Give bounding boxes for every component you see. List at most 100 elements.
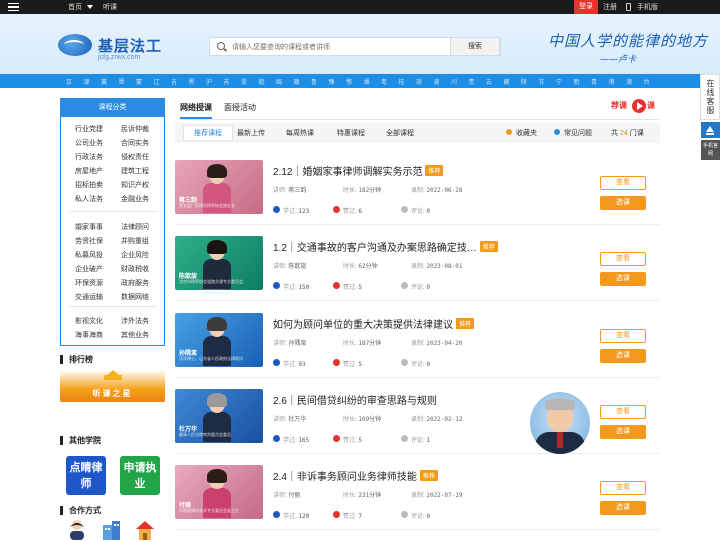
- province-link[interactable]: 吉: [171, 77, 177, 86]
- comment-icon[interactable]: [401, 206, 408, 213]
- province-link[interactable]: 鄂: [346, 77, 352, 86]
- search-input[interactable]: [232, 41, 452, 53]
- course-card[interactable]: 付丽 河南省律协非诉专业委员会副主任 2.4｜非诉事务顾问业务律师技能 推荐 讲师: 付…: [175, 465, 660, 535]
- course-card[interactable]: 陈歆旋 北京市律师协会道路交通专业委员会 1.2｜交通事故的客户沟通及办案思路确定技…: [175, 236, 660, 306]
- category-item[interactable]: 招标拍卖: [75, 180, 103, 190]
- province-link[interactable]: 蒙: [136, 77, 142, 86]
- listen-link[interactable]: 听课: [103, 2, 117, 12]
- select-course-button[interactable]: 选课: [600, 196, 646, 210]
- province-link[interactable]: 晋: [119, 77, 125, 86]
- search-button[interactable]: 搜索: [450, 37, 500, 56]
- category-item[interactable]: 涉外法务: [121, 316, 149, 326]
- category-item[interactable]: 知识产权: [121, 180, 149, 190]
- province-link[interactable]: 赣: [294, 77, 300, 86]
- heart-icon[interactable]: [333, 206, 340, 213]
- course-card[interactable]: 蒋三韵 第五届广西建设律师协会副会长 2.12｜婚姻家事律师调解实务示范 推荐 讲师: …: [175, 160, 660, 230]
- category-item[interactable]: 侵权责任: [121, 152, 149, 162]
- province-link[interactable]: 冀: [101, 77, 107, 86]
- back-to-top-button[interactable]: [701, 122, 720, 138]
- province-link[interactable]: 闽: [276, 77, 282, 86]
- province-link[interactable]: 辽: [154, 77, 160, 86]
- subtab-all[interactable]: 全部课程: [386, 128, 414, 138]
- province-link[interactable]: 云: [486, 77, 492, 86]
- view-button[interactable]: 查看: [600, 252, 646, 266]
- tab-offline-events[interactable]: 面授活动: [224, 102, 256, 113]
- province-link[interactable]: 浙: [241, 77, 247, 86]
- province-link[interactable]: 沪: [206, 77, 212, 86]
- online-service-button[interactable]: 在线客服: [700, 74, 720, 120]
- province-link[interactable]: 渝: [434, 77, 440, 86]
- province-link[interactable]: 陕: [521, 77, 527, 86]
- province-link[interactable]: 川: [451, 77, 457, 86]
- category-item[interactable]: 房屋地产: [75, 166, 103, 176]
- logo-title[interactable]: 基层法工: [98, 35, 162, 56]
- faq-link[interactable]: 常见问题: [564, 128, 592, 138]
- province-link[interactable]: 藏: [504, 77, 510, 86]
- subtab-recommended[interactable]: 推荐课程: [183, 125, 233, 141]
- province-link[interactable]: 澳: [626, 77, 632, 86]
- course-thumbnail[interactable]: 蒋三韵 第五届广西建设律师协会副会长: [175, 160, 263, 214]
- province-link[interactable]: 桂: [399, 77, 405, 86]
- province-link[interactable]: 甘: [539, 77, 545, 86]
- course-title-text[interactable]: 2.12｜婚姻家事律师调解实务示范: [273, 167, 422, 178]
- category-item[interactable]: 劳资社保: [75, 236, 103, 246]
- comment-icon[interactable]: [401, 435, 408, 442]
- category-item[interactable]: 并购重组: [121, 236, 149, 246]
- comment-icon[interactable]: [401, 511, 408, 518]
- category-item[interactable]: 建筑工程: [121, 166, 149, 176]
- category-item[interactable]: 交通运输: [75, 292, 103, 302]
- register-link[interactable]: 注册: [603, 2, 617, 12]
- select-course-button[interactable]: 选课: [600, 272, 646, 286]
- province-link[interactable]: 津: [84, 77, 90, 86]
- category-item[interactable]: 海事海商: [75, 330, 103, 340]
- subtab-latest[interactable]: 最新上传: [237, 128, 265, 138]
- category-item[interactable]: 企业风险: [121, 250, 149, 260]
- province-link[interactable]: 贵: [469, 77, 475, 86]
- house-icon[interactable]: [134, 519, 156, 540]
- category-item[interactable]: 私人法务: [75, 194, 103, 204]
- building-icon[interactable]: [100, 519, 122, 540]
- province-link[interactable]: 湘: [364, 77, 370, 86]
- category-item[interactable]: 财政税收: [121, 264, 149, 274]
- tab-online-courses[interactable]: 网络授课: [180, 102, 212, 113]
- category-item[interactable]: 企业破产: [75, 264, 103, 274]
- view-button[interactable]: 查看: [600, 176, 646, 190]
- province-link[interactable]: 鲁: [311, 77, 317, 86]
- chevron-down-icon[interactable]: [87, 5, 93, 9]
- menu-icon[interactable]: [8, 3, 19, 11]
- province-link[interactable]: 粤: [381, 77, 387, 86]
- select-course-button[interactable]: 选课: [600, 425, 646, 439]
- province-link[interactable]: 新: [574, 77, 580, 86]
- province-link[interactable]: 苏: [224, 77, 230, 86]
- course-card[interactable]: 孙隅蛮 法学博士，山东省人民政府法律顾问 如何为顾问单位的重大决策提供法律建议 推荐讲…: [175, 313, 660, 383]
- heart-icon[interactable]: [333, 435, 340, 442]
- province-link[interactable]: 京: [66, 77, 72, 86]
- category-item[interactable]: 金融业务: [121, 194, 149, 204]
- mobile-site-button[interactable]: 手机官网: [701, 140, 720, 160]
- promo-apply-practice[interactable]: 申请执业: [120, 456, 160, 495]
- course-thumbnail[interactable]: 杜万华 最高人民法院审判委员会委员: [175, 389, 263, 443]
- province-link[interactable]: 宁: [556, 77, 562, 86]
- subtab-weekly-hot[interactable]: 每周热课: [286, 128, 314, 138]
- category-item[interactable]: 私募风投: [75, 250, 103, 260]
- course-thumbnail[interactable]: 付丽 河南省律协非诉专业委员会副主任: [175, 465, 263, 519]
- province-link[interactable]: 豫: [329, 77, 335, 86]
- province-link[interactable]: 黑: [189, 77, 195, 86]
- view-button[interactable]: 查看: [600, 329, 646, 343]
- category-item[interactable]: 数据网络: [121, 292, 149, 302]
- province-link[interactable]: 皖: [259, 77, 265, 86]
- view-button[interactable]: 查看: [600, 481, 646, 495]
- course-title-text[interactable]: 2.4｜非诉事务顾问业务律师技能: [273, 472, 417, 483]
- category-item[interactable]: 影视文化: [75, 316, 103, 326]
- view-button[interactable]: 查看: [600, 405, 646, 419]
- province-link[interactable]: 琼: [416, 77, 422, 86]
- course-title[interactable]: 如何为顾问单位的重大决策提供法律建议 推荐: [273, 316, 475, 331]
- select-course-button[interactable]: 选课: [600, 501, 646, 515]
- category-item[interactable]: 婚家事事: [75, 222, 103, 232]
- course-title[interactable]: 2.4｜非诉事务顾问业务律师技能 推荐: [273, 468, 438, 483]
- category-item[interactable]: 公司业务: [75, 138, 103, 148]
- category-item[interactable]: 行政法务: [75, 152, 103, 162]
- course-title[interactable]: 1.2｜交通事故的客户沟通及办案思路确定技… 推荐: [273, 239, 498, 254]
- province-link[interactable]: 港: [609, 77, 615, 86]
- favorites-link[interactable]: 收藏夹: [516, 128, 537, 138]
